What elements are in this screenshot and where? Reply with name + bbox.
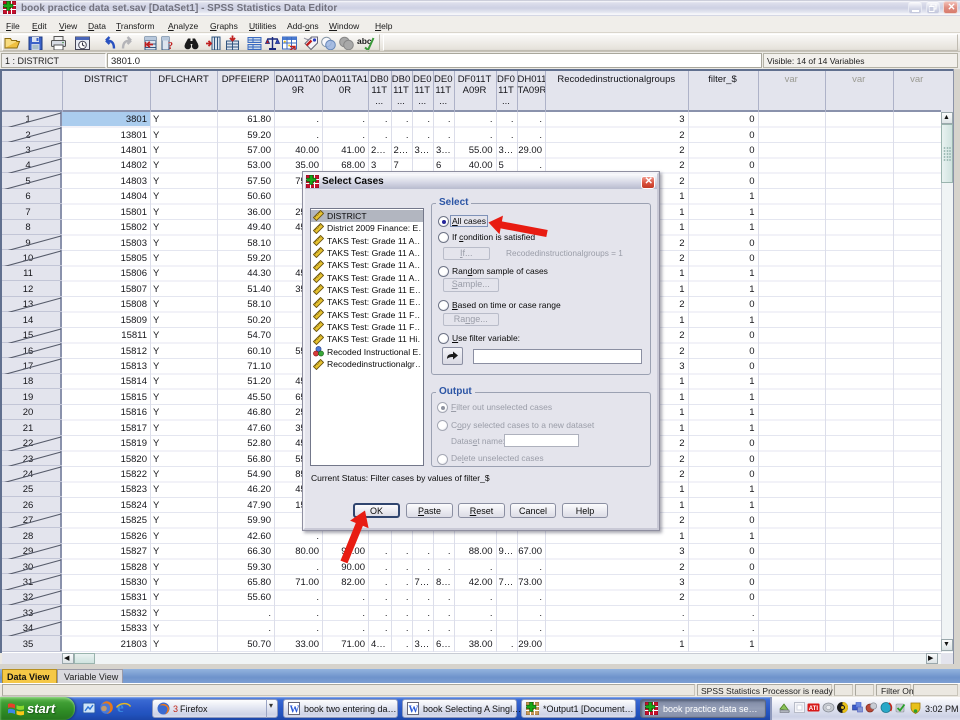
svg-text:e: e <box>117 700 124 715</box>
svg-text:W: W <box>409 705 419 716</box>
svg-text:ATI: ATI <box>809 706 819 712</box>
svg-text:W: W <box>290 705 300 716</box>
